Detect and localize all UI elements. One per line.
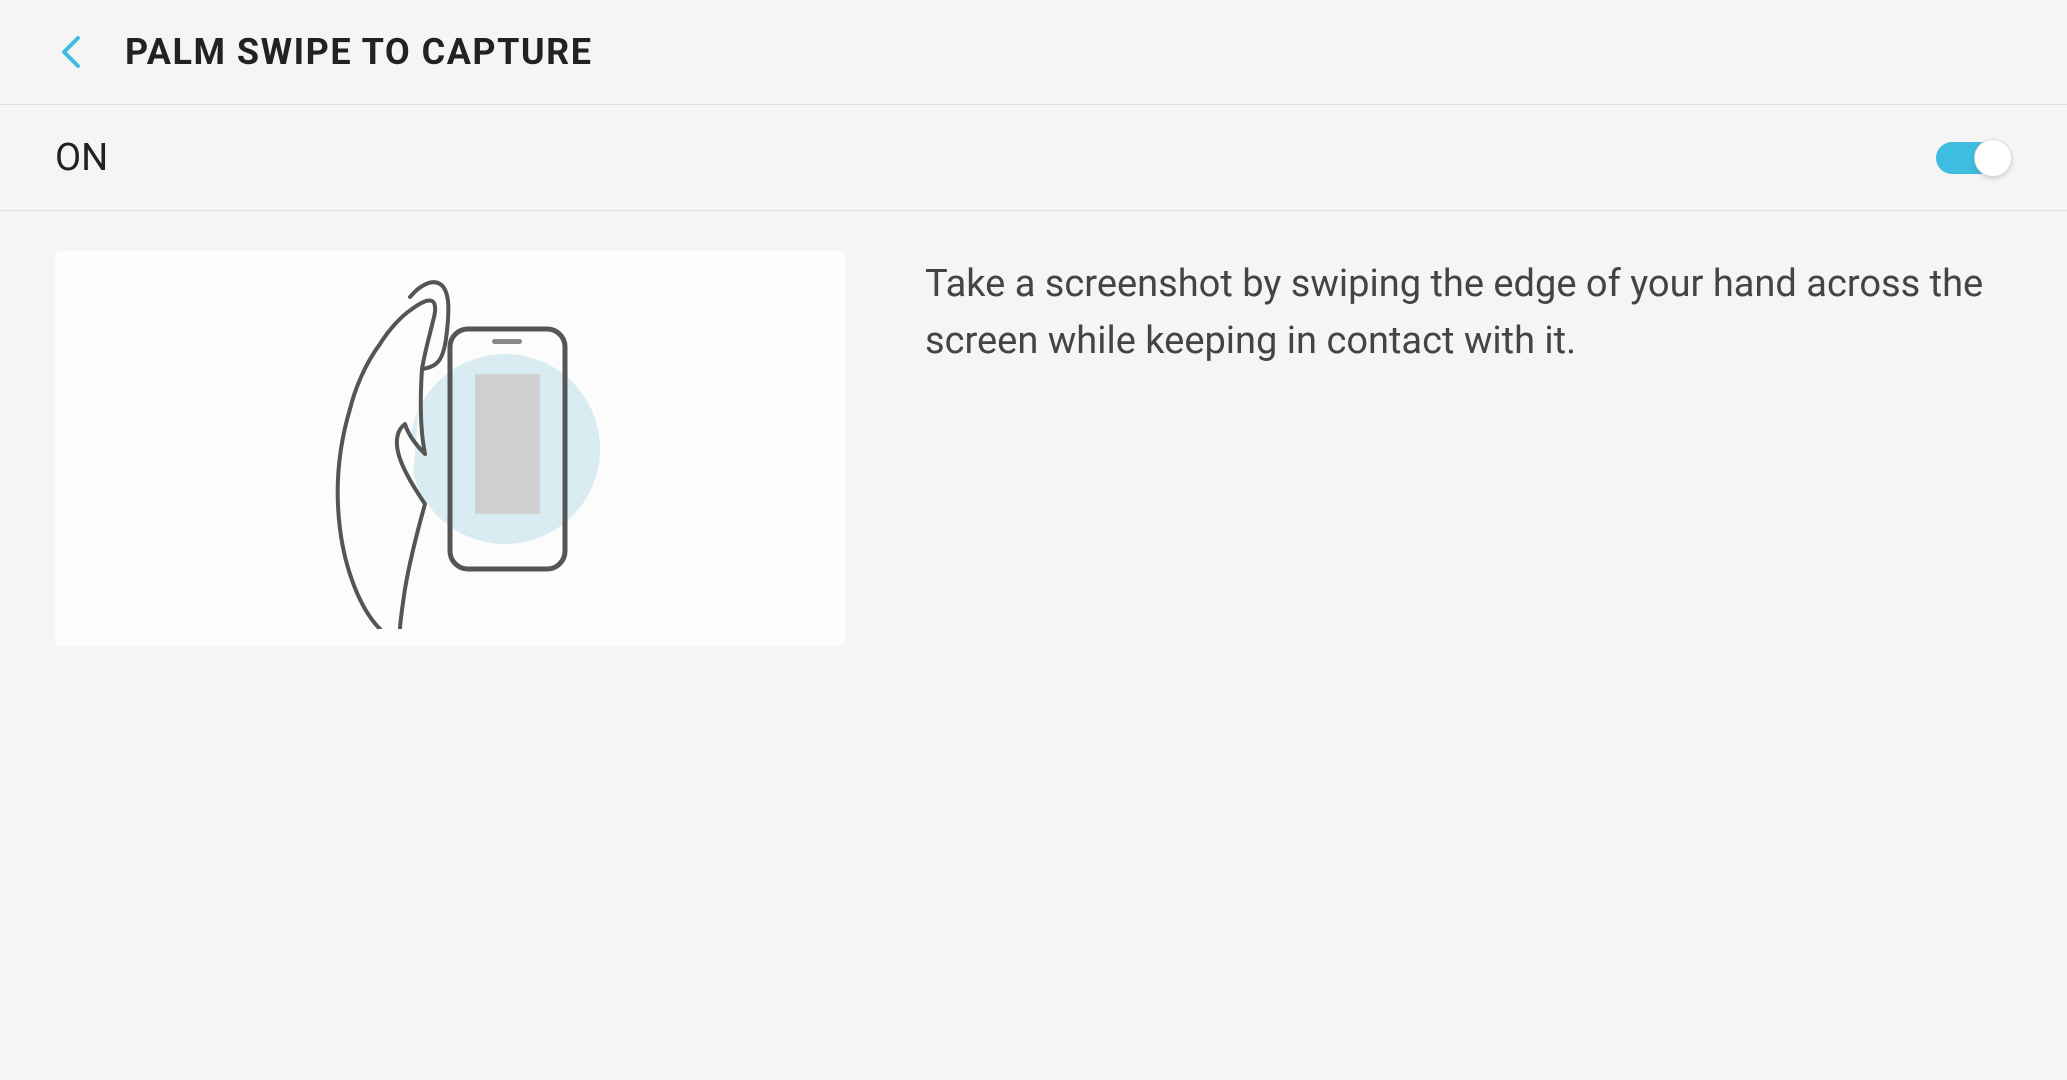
header-bar: PALM SWIPE TO CAPTURE (0, 0, 2067, 105)
toggle-state-label: ON (55, 136, 108, 180)
palm-swipe-illustration (260, 269, 640, 629)
feature-description: Take a screenshot by swiping the edge of… (845, 251, 2012, 646)
back-button[interactable] (50, 32, 90, 72)
toggle-row[interactable]: ON (0, 105, 2067, 211)
page-title: PALM SWIPE TO CAPTURE (125, 31, 592, 73)
toggle-thumb (1974, 139, 2012, 177)
toggle-switch[interactable] (1936, 138, 2012, 178)
content-area: Take a screenshot by swiping the edge of… (0, 211, 2067, 686)
illustration-panel (55, 251, 845, 646)
chevron-left-icon (58, 34, 82, 70)
